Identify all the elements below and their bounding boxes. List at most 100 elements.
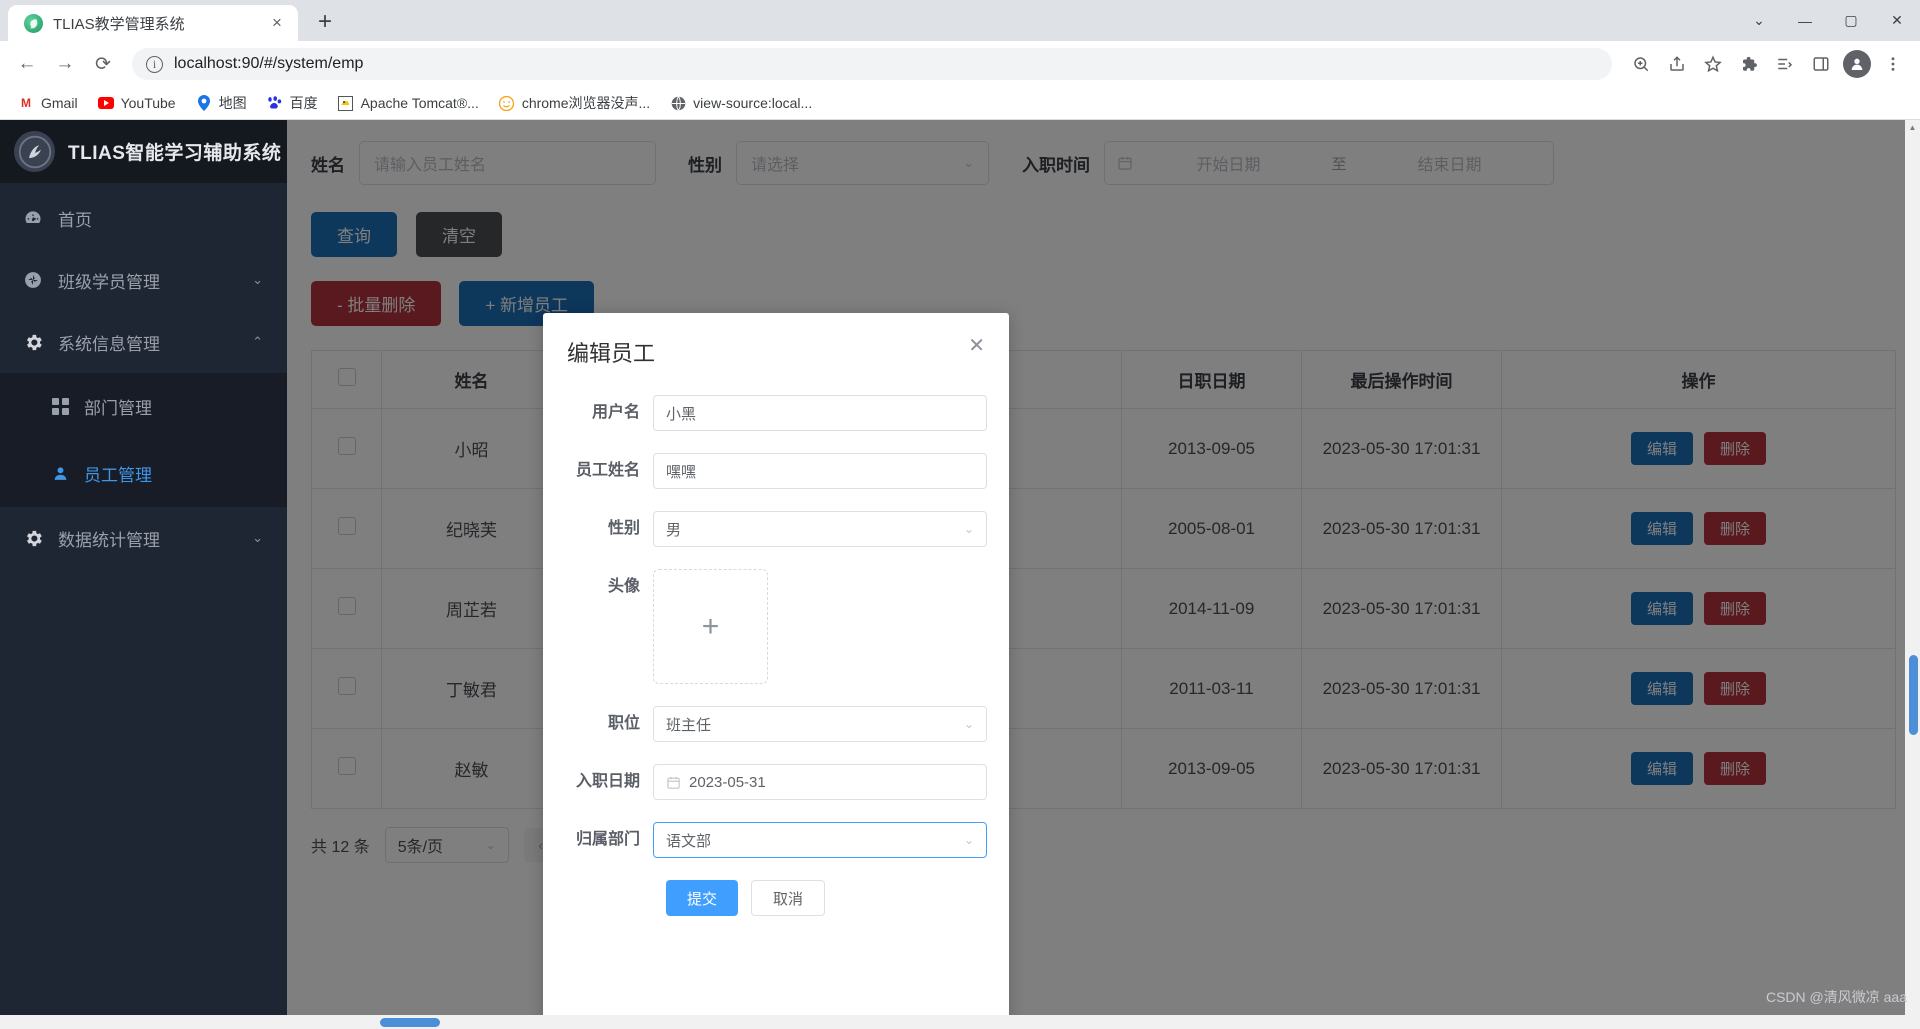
sidebar-subitem-label: 部门管理 (84, 399, 152, 418)
back-button[interactable]: ← (10, 47, 44, 81)
site-info-icon[interactable]: i (146, 55, 163, 73)
calendar-icon (666, 775, 681, 790)
sidebar-submenu: 部门管理 员工管理 (0, 373, 287, 507)
sidebar-item-employee-management[interactable]: 员工管理 (0, 440, 287, 507)
browser-tab[interactable]: TLIAS教学管理系统 × (8, 5, 298, 41)
scroll-up-arrow-icon[interactable]: ▲ (1905, 120, 1920, 135)
sidebar-item-home[interactable]: 首页 (0, 187, 287, 249)
brand-title: TLIAS智能学习辅助系统 (68, 143, 282, 164)
browser-toolbar: ← → ⟳ i localhost:90/#/system/emp (0, 41, 1920, 87)
hire-date-value: 2023-05-31 (689, 773, 766, 791)
field-employee-name: 员工姓名 嘿嘿 (543, 453, 987, 489)
username-input[interactable]: 小黑 (653, 395, 987, 431)
dialog-header: 编辑员工 ✕ (543, 313, 1009, 368)
bookmark-apache-tomcat[interactable]: Apache Tomcat®... (330, 91, 487, 115)
tab-strip: TLIAS教学管理系统 × + ⌄ — ▢ ✕ (0, 0, 1920, 41)
bookmark-label: Apache Tomcat®... (360, 95, 479, 111)
cancel-button[interactable]: 取消 (751, 880, 826, 916)
bookmark-view-source[interactable]: view-source:local... (662, 91, 820, 115)
bookmark-youtube[interactable]: YouTube (90, 91, 184, 115)
dialog-body: 用户名 小黑 员工姓名 嘿嘿 性别 男 ⌄ 头像 + 职位 班主任 ⌄ 入职日期… (543, 368, 1009, 916)
chevron-down-icon: ⌄ (963, 833, 974, 847)
window-close-button[interactable]: ✕ (1874, 0, 1920, 41)
youtube-icon (97, 95, 114, 111)
horizontal-scrollbar[interactable] (0, 1015, 1920, 1029)
position-select[interactable]: 班主任 ⌄ (653, 706, 987, 742)
watermark: CSDN @清风微凉 aaa (1765, 989, 1907, 1005)
user-icon (50, 464, 70, 484)
gender-select[interactable]: 男 ⌄ (653, 511, 987, 547)
zoom-icon[interactable] (1624, 47, 1658, 81)
sidebar-subitem-label: 员工管理 (84, 466, 152, 485)
vertical-scrollbar[interactable]: ▲ ▼ (1905, 120, 1920, 1029)
brand-logo-icon (14, 131, 55, 172)
maximize-button[interactable]: ▢ (1828, 0, 1874, 41)
minimize-button[interactable]: — (1782, 0, 1828, 41)
avatar-upload-button[interactable]: + (653, 569, 768, 684)
sidebar-item-dept-management[interactable]: 部门管理 (0, 373, 287, 440)
globe-icon (670, 95, 686, 111)
chevron-down-icon: ⌄ (963, 522, 974, 536)
profile-avatar-icon[interactable] (1840, 47, 1874, 81)
hire-date-input[interactable]: 2023-05-31 (653, 764, 987, 800)
bookmark-label: chrome浏览器没声... (521, 95, 651, 111)
vertical-scroll-thumb[interactable] (1909, 655, 1918, 735)
tab-close-icon[interactable]: × (266, 12, 288, 34)
field-gender: 性别 男 ⌄ (543, 511, 987, 547)
employee-name-label: 员工姓名 (575, 462, 640, 479)
address-bar[interactable]: i localhost:90/#/system/emp (132, 48, 1612, 80)
employee-name-input[interactable]: 嘿嘿 (653, 453, 987, 489)
browser-window: TLIAS教学管理系统 × + ⌄ — ▢ ✕ ← → ⟳ i localhos… (0, 0, 1920, 1029)
toolbar-right-icons (1624, 47, 1910, 81)
dashboard-icon (22, 207, 44, 229)
baidu-icon (267, 95, 283, 111)
field-hire-date: 入职日期 2023-05-31 (543, 764, 987, 800)
chevron-down-icon: ⌄ (252, 530, 263, 545)
bookmark-chrome-no-sound[interactable]: chrome浏览器没声... (491, 89, 658, 117)
window-controls: ⌄ — ▢ ✕ (1736, 0, 1920, 41)
username-label: 用户名 (591, 404, 640, 421)
sidebar-item-system-info[interactable]: 系统信息管理 ⌃ (0, 311, 287, 373)
tab-search-chevron-icon[interactable]: ⌄ (1736, 0, 1782, 41)
plus-icon: + (701, 609, 720, 643)
bookmark-gmail[interactable]: M Gmail (10, 91, 86, 115)
share-icon[interactable] (1660, 47, 1694, 81)
bookmark-maps[interactable]: 地图 (188, 89, 255, 117)
sidebar: TLIAS智能学习辅助系统 首页 班级学员管理 ⌄ 系统信息管理 ⌃ 部门管理 … (0, 120, 287, 1029)
chevron-up-icon: ⌃ (252, 334, 263, 349)
star-icon[interactable] (1696, 47, 1730, 81)
reading-list-icon[interactable] (1768, 47, 1802, 81)
browser-menu-icon[interactable] (1876, 47, 1910, 81)
side-panel-icon[interactable] (1804, 47, 1838, 81)
dialog-title: 编辑员工 (567, 341, 656, 366)
chevron-down-icon: ⌄ (963, 717, 974, 731)
modal-overlay[interactable] (287, 120, 1920, 1029)
bookmark-label: view-source:local... (693, 95, 813, 111)
sidebar-item-data-statistics[interactable]: 数据统计管理 ⌄ (0, 507, 287, 569)
sidebar-item-label: 班级学员管理 (58, 272, 160, 292)
field-position: 职位 班主任 ⌄ (543, 706, 987, 742)
new-tab-button[interactable]: + (308, 5, 342, 39)
sidebar-item-class-student[interactable]: 班级学员管理 ⌄ (0, 249, 287, 311)
forward-button[interactable]: → (48, 47, 82, 81)
department-label: 归属部门 (575, 831, 640, 848)
close-icon[interactable]: ✕ (968, 336, 985, 356)
department-select[interactable]: 语文部 ⌄ (653, 822, 987, 858)
username-value: 小黑 (666, 405, 697, 423)
reload-button[interactable]: ⟳ (86, 47, 120, 81)
web-page: TLIAS智能学习辅助系统 首页 班级学员管理 ⌄ 系统信息管理 ⌃ 部门管理 … (0, 120, 1920, 1029)
sidebar-menu: 首页 班级学员管理 ⌄ 系统信息管理 ⌃ 部门管理 员工管理 数据统计管理 ⌄ (0, 183, 287, 569)
gear-icon (22, 331, 44, 353)
gender-label: 性别 (607, 520, 640, 537)
chevron-down-icon: ⌄ (252, 272, 263, 287)
bookmark-baidu[interactable]: 百度 (259, 89, 326, 117)
bookmark-label: YouTube (120, 95, 176, 111)
hire-date-label: 入职日期 (575, 773, 640, 790)
submit-button[interactable]: 提交 (666, 880, 739, 916)
sidebar-brand: TLIAS智能学习辅助系统 (0, 120, 287, 183)
extensions-puzzle-icon[interactable] (1732, 47, 1766, 81)
tab-title: TLIAS教学管理系统 (53, 15, 185, 33)
gender-value: 男 (666, 521, 682, 539)
department-value: 语文部 (666, 832, 712, 850)
horizontal-scroll-thumb[interactable] (380, 1018, 440, 1027)
